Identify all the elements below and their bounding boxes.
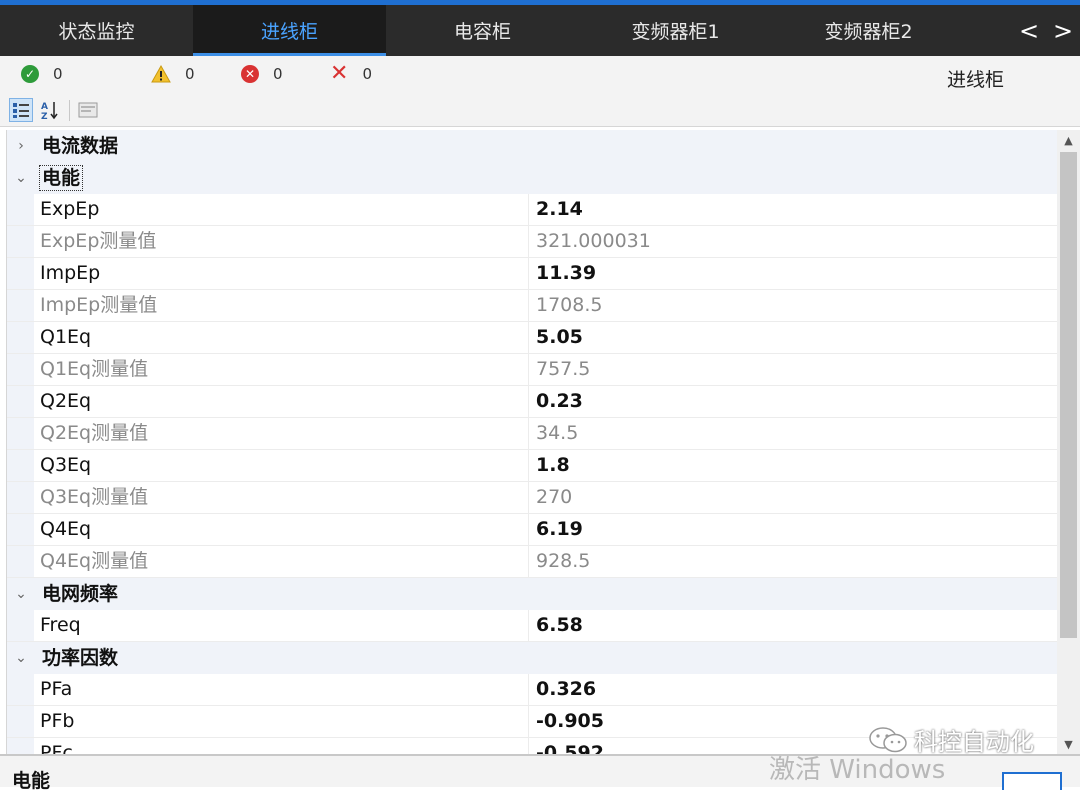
tab-capacitor-cabinet[interactable]: 电容柜 [386,5,579,56]
category-label: 电能 [38,165,84,191]
categorized-view-button[interactable] [9,98,33,122]
fault-count: 0 [362,65,372,83]
chevron-right-icon[interactable]: › [11,130,31,162]
toolbar-divider [69,100,70,121]
tab-inverter-cabinet-2[interactable]: 变频器柜2 [772,5,965,56]
ok-count: 0 [53,65,63,83]
scrollbar-thumb[interactable] [1060,152,1077,638]
tab-inverter-cabinet-1[interactable]: 变频器柜1 [579,5,772,56]
chevron-down-icon[interactable]: ⌄ [11,642,31,674]
fault-status: ✕ 0 [330,61,372,86]
property-name: Q2Eq测量值 [40,418,529,449]
alphabetical-sort-icon: A Z [41,102,58,120]
category-label: 功率因数 [42,647,119,669]
property-row[interactable]: Q4Eq测量值 928.5 [7,546,1057,578]
check-circle-icon: ✓ [21,65,39,83]
property-name: Q4Eq测量值 [40,546,529,577]
category-label: 电网频率 [42,583,119,605]
property-value[interactable]: 6.19 [536,514,583,545]
tab-bar: 状态监控 进线柜 电容柜 变频器柜1 变频器柜2 < > [0,5,1080,56]
property-name: Q1Eq测量值 [40,354,529,385]
property-row[interactable]: Q3Eq 1.8 [7,450,1057,482]
category-current-data[interactable]: › 电流数据 [7,130,1057,162]
svg-text:A: A [41,102,48,112]
category-grid-frequency[interactable]: ⌄ 电网频率 [7,578,1057,610]
property-value[interactable]: 270 [536,482,572,513]
property-value[interactable]: 321.000031 [536,226,651,257]
property-pages-icon [78,102,98,118]
property-name: PFb [40,706,529,737]
error-status: ✕ 0 [241,65,283,83]
svg-text:Z: Z [41,112,48,120]
category-label: 电流数据 [42,135,119,157]
category-energy[interactable]: ⌄ 电能 [7,162,1057,194]
property-grid-toolbar: A Z [0,95,1080,127]
property-name: ExpEp测量值 [40,226,529,257]
property-row[interactable]: ExpEp 2.14 [7,194,1057,226]
tab-incoming-cabinet[interactable]: 进线柜 [193,5,386,56]
property-grid: › 电流数据 ⌄ 电能 ExpEp 2.14 ExpEp测量值 321.0000… [6,130,1057,754]
error-circle-icon: ✕ [241,65,259,83]
vertical-scrollbar[interactable]: ▲ ▼ [1057,130,1080,754]
ok-status: ✓ 0 [21,65,63,83]
property-name: Q4Eq [40,514,529,545]
chevron-left-icon[interactable]: < [1012,5,1046,56]
error-count: 0 [273,65,283,83]
warning-status: 0 [151,65,195,83]
property-row[interactable]: Q1Eq测量值 757.5 [7,354,1057,386]
property-row[interactable]: ImpEp 11.39 [7,258,1057,290]
property-name: Q3Eq测量值 [40,482,529,513]
property-name: ExpEp [40,194,529,225]
property-name: PFc [40,738,529,754]
warning-triangle-icon [151,65,171,83]
property-row[interactable]: ExpEp测量值 321.000031 [7,226,1057,258]
chevron-down-icon[interactable]: ⌄ [11,578,31,610]
panel-title: 进线柜 [946,69,1004,91]
description-title: 电能 [12,770,51,792]
warning-count: 0 [185,65,195,83]
property-name: ImpEp [40,258,529,289]
property-row[interactable]: Q2Eq测量值 34.5 [7,418,1057,450]
chevron-right-icon[interactable]: > [1046,5,1080,56]
property-value[interactable]: 5.05 [536,322,583,353]
categorized-view-icon [13,103,29,118]
property-row[interactable]: Q1Eq 5.05 [7,322,1057,354]
alphabetical-sort-button[interactable]: A Z [38,98,62,122]
property-row[interactable]: Q2Eq 0.23 [7,386,1057,418]
property-value[interactable]: 1.8 [536,450,570,481]
status-summary-bar: ✓ 0 0 ✕ 0 ✕ 0 进线柜 [0,56,1080,95]
panel-button[interactable] [1002,772,1062,790]
property-row[interactable]: Q4Eq 6.19 [7,514,1057,546]
property-value[interactable]: -0.592 [536,738,604,754]
property-name: ImpEp测量值 [40,290,529,321]
scroll-down-icon[interactable]: ▼ [1057,734,1080,754]
category-power-factor[interactable]: ⌄ 功率因数 [7,642,1057,674]
property-value[interactable]: 34.5 [536,418,578,449]
property-value[interactable]: 928.5 [536,546,590,577]
property-row[interactable]: Q3Eq测量值 270 [7,482,1057,514]
activation-watermark: 激活 Windows [769,755,946,785]
property-row[interactable]: PFa 0.326 [7,674,1057,706]
tab-status-monitor[interactable]: 状态监控 [0,5,193,56]
chevron-down-icon[interactable]: ⌄ [11,162,31,194]
property-value[interactable]: 757.5 [536,354,590,385]
property-name: Q1Eq [40,322,529,353]
property-value[interactable]: 0.326 [536,674,596,705]
property-value[interactable]: 0.23 [536,386,583,417]
property-row[interactable]: Freq 6.58 [7,610,1057,642]
property-pages-button[interactable] [76,98,100,122]
property-value[interactable]: 1708.5 [536,290,602,321]
property-name: Q3Eq [40,450,529,481]
scroll-up-icon[interactable]: ▲ [1057,130,1080,150]
property-value[interactable]: 2.14 [536,194,583,225]
cross-icon: ✕ [330,61,349,86]
property-name: Q2Eq [40,386,529,417]
property-name: PFa [40,674,529,705]
property-value[interactable]: 11.39 [536,258,596,289]
property-value[interactable]: -0.905 [536,706,604,737]
property-value[interactable]: 6.58 [536,610,583,641]
property-name: Freq [40,610,529,641]
property-row[interactable]: ImpEp测量值 1708.5 [7,290,1057,322]
